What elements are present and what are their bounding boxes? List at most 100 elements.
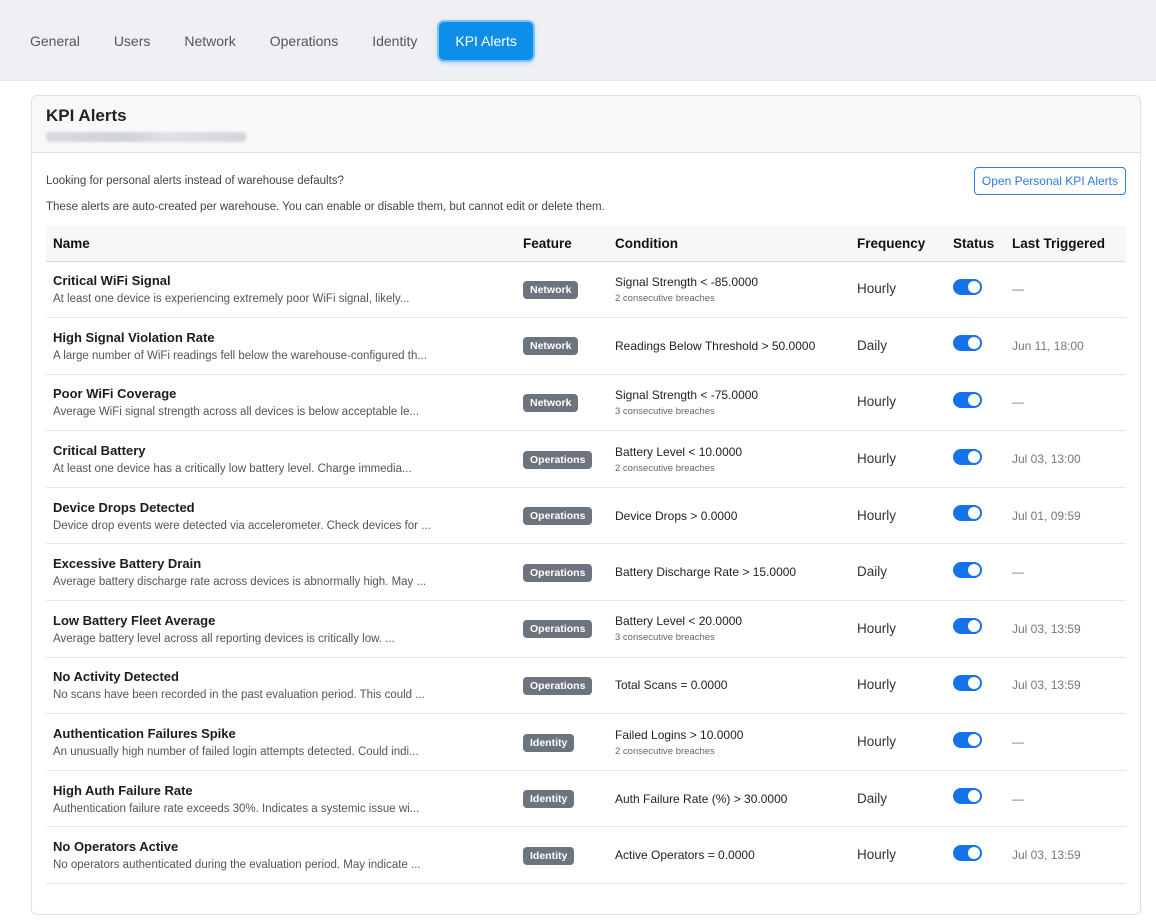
status-cell <box>946 374 1005 431</box>
name-cell: No Operators Active No operators authent… <box>46 827 516 884</box>
status-toggle[interactable] <box>953 391 982 408</box>
last-triggered-cell: — <box>1005 714 1126 771</box>
condition-cell: Signal Strength < -75.0000 3 consecutive… <box>608 374 850 431</box>
last-triggered-cell: Jul 03, 13:59 <box>1005 601 1126 658</box>
condition-text: Auth Failure Rate (%) > 30.0000 <box>615 791 788 806</box>
frequency-cell: Hourly <box>850 657 946 714</box>
card-header: KPI Alerts <box>32 96 1140 153</box>
feature-cell: Operations <box>516 601 608 658</box>
status-cell <box>946 544 1005 601</box>
feature-badge: Network <box>523 280 579 299</box>
tab-kpi-alerts[interactable]: KPI Alerts <box>439 22 533 60</box>
alert-description: At least one device is experiencing extr… <box>53 293 410 306</box>
alert-name: Low Battery Fleet Average <box>53 612 216 628</box>
last-triggered-value: — <box>1012 565 1024 580</box>
card-title: KPI Alerts <box>46 106 127 125</box>
alert-description: An unusually high number of failed login… <box>53 746 419 759</box>
table-row: Critical Battery At least one device has… <box>46 431 1126 488</box>
last-triggered-value: Jul 03, 13:59 <box>1012 621 1081 636</box>
frequency-value: Hourly <box>857 394 897 410</box>
feature-badge: Identity <box>523 790 575 809</box>
feature-cell: Network <box>516 374 608 431</box>
header-frequency: Frequency <box>857 235 926 251</box>
condition-text: Device Drops > 0.0000 <box>615 508 738 523</box>
alert-name: Authentication Failures Spike <box>53 726 236 742</box>
last-triggered-value: — <box>1012 791 1024 806</box>
tab-general[interactable]: General <box>18 22 92 60</box>
feature-badge: Identity <box>523 733 575 752</box>
frequency-cell: Hourly <box>850 487 946 544</box>
tab-users[interactable]: Users <box>102 22 163 60</box>
alert-name: No Activity Detected <box>53 669 179 685</box>
feature-cell: Operations <box>516 431 608 488</box>
frequency-value: Hourly <box>857 677 897 693</box>
header-status: Status <box>953 235 995 251</box>
table-row: Low Battery Fleet Average Average batter… <box>46 601 1126 658</box>
status-toggle[interactable] <box>953 335 982 352</box>
condition-text: Readings Below Threshold > 50.0000 <box>615 338 816 353</box>
breach-count: 3 consecutive breaches <box>615 405 715 417</box>
condition-cell: Device Drops > 0.0000 <box>608 487 850 544</box>
last-triggered-value: Jun 11, 18:00 <box>1012 338 1084 353</box>
feature-badge: Operations <box>523 507 593 526</box>
name-cell: No Activity Detected No scans have been … <box>46 657 516 714</box>
tab-network[interactable]: Network <box>172 22 247 60</box>
name-cell: Excessive Battery Drain Average battery … <box>46 544 516 601</box>
status-toggle[interactable] <box>953 618 982 635</box>
last-triggered-value: — <box>1012 282 1024 297</box>
alert-description: At least one device has a critically low… <box>53 463 412 476</box>
status-toggle[interactable] <box>953 505 982 522</box>
feature-cell: Identity <box>516 714 608 771</box>
alert-description: No scans have been recorded in the past … <box>53 689 425 702</box>
status-toggle[interactable] <box>953 674 982 691</box>
alert-description: Average battery discharge rate across de… <box>53 576 427 589</box>
frequency-cell: Hourly <box>850 601 946 658</box>
condition-cell: Battery Level < 10.0000 2 consecutive br… <box>608 431 850 488</box>
name-cell: High Signal Violation Rate A large numbe… <box>46 318 516 375</box>
status-cell <box>946 431 1005 488</box>
condition-cell: Failed Logins > 10.0000 2 consecutive br… <box>608 714 850 771</box>
frequency-cell: Hourly <box>850 374 946 431</box>
tab-identity[interactable]: Identity <box>360 22 429 60</box>
last-triggered-cell: — <box>1005 544 1126 601</box>
frequency-cell: Daily <box>850 544 946 601</box>
intro-text: Looking for personal alerts instead of w… <box>46 175 344 187</box>
feature-badge: Network <box>523 393 579 412</box>
feature-badge: Network <box>523 337 579 356</box>
status-toggle[interactable] <box>953 448 982 465</box>
header-last-triggered: Last Triggered <box>1012 235 1106 251</box>
tab-operations[interactable]: Operations <box>258 22 350 60</box>
feature-cell: Network <box>516 261 608 318</box>
status-toggle[interactable] <box>953 844 982 861</box>
breach-count: 3 consecutive breaches <box>615 632 715 644</box>
status-cell <box>946 714 1005 771</box>
frequency-value: Hourly <box>857 620 897 636</box>
open-personal-kpi-alerts-button[interactable]: Open Personal KPI Alerts <box>973 167 1126 195</box>
alert-name: Excessive Battery Drain <box>53 556 202 572</box>
settings-tabs: General Users Network Operations Identit… <box>18 22 543 60</box>
frequency-cell: Hourly <box>850 714 946 771</box>
table-row: Poor WiFi Coverage Average WiFi signal s… <box>46 374 1126 431</box>
table-row: Critical WiFi Signal At least one device… <box>46 261 1126 318</box>
status-toggle[interactable] <box>953 788 982 805</box>
status-toggle[interactable] <box>953 561 982 578</box>
alert-name: No Operators Active <box>53 839 179 855</box>
breach-count: 2 consecutive breaches <box>615 745 715 757</box>
status-toggle[interactable] <box>953 731 982 748</box>
frequency-cell: Hourly <box>850 431 946 488</box>
last-triggered-cell: Jul 01, 09:59 <box>1005 487 1126 544</box>
condition-text: Total Scans = 0.0000 <box>615 678 728 693</box>
last-triggered-cell: — <box>1005 261 1126 318</box>
feature-badge: Identity <box>523 846 575 865</box>
table-row: High Signal Violation Rate A large numbe… <box>46 318 1126 375</box>
condition-cell: Battery Level < 20.0000 3 consecutive br… <box>608 601 850 658</box>
last-triggered-cell: — <box>1005 374 1126 431</box>
frequency-value: Hourly <box>857 281 897 297</box>
table-row: Excessive Battery Drain Average battery … <box>46 544 1126 601</box>
name-cell: Low Battery Fleet Average Average batter… <box>46 601 516 658</box>
alert-description: No operators authenticated during the ev… <box>53 859 421 872</box>
status-toggle[interactable] <box>953 278 982 295</box>
status-cell <box>946 487 1005 544</box>
alert-description: Device drop events were detected via acc… <box>53 519 431 532</box>
last-triggered-cell: — <box>1005 770 1126 827</box>
